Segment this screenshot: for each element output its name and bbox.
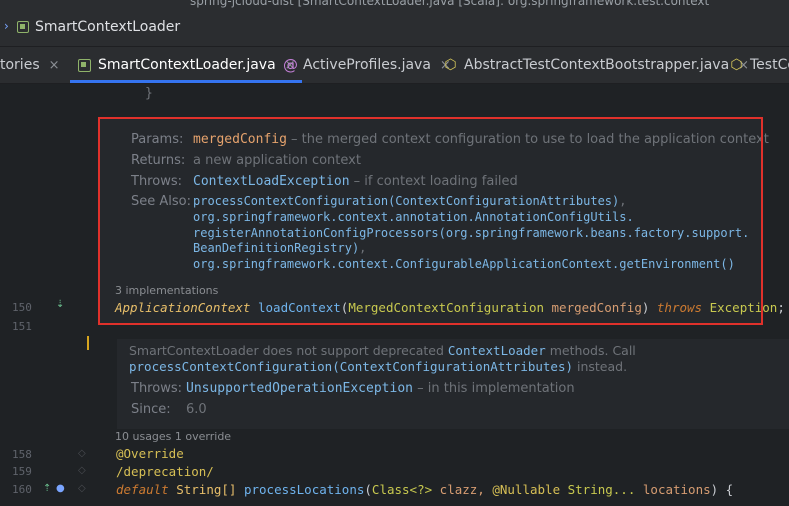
- change-marker: [87, 336, 89, 350]
- class-file-icon: ⬡: [730, 56, 743, 73]
- closing-brace: }: [145, 86, 153, 101]
- interface-file-icon: [17, 21, 29, 33]
- tab-label: SmartContextLoader.java: [98, 57, 276, 73]
- line-number: 158: [12, 448, 32, 461]
- param-type: String...: [567, 482, 636, 497]
- nullable-annotation: @Nullable: [492, 482, 561, 497]
- override-annotation: @Override: [116, 446, 184, 461]
- javadoc-block-deprecated: SmartContextLoader does not support depr…: [117, 339, 789, 429]
- code-editor[interactable]: 150 151 158 159 160 ⇣ ⇡ ● ◇ ◇ ◇ } Params…: [0, 84, 789, 506]
- highlight-box: [98, 117, 763, 325]
- line-gutter: 150 151 158 159 160 ⇣ ⇡ ● ◇ ◇ ◇: [0, 84, 86, 506]
- tab-testco[interactable]: ⬡ TestCo: [730, 47, 789, 83]
- usages-count[interactable]: 10 usages 1 override: [115, 430, 231, 443]
- breadcrumb-label[interactable]: SmartContextLoader: [35, 19, 180, 35]
- tab-abstracttestcontextbootstrapper[interactable]: ⬡ AbstractTestContextBootstrapper.java ×: [444, 47, 749, 83]
- tab-label: TestCo: [750, 57, 789, 73]
- override-gutter-icon[interactable]: ⇡: [43, 483, 51, 494]
- breadcrumb: › SmartContextLoader: [0, 10, 789, 47]
- throws-description: – in this implementation: [412, 381, 575, 396]
- window-titlebar: spring-jcloud-dist [SmartContextLoader.j…: [0, 0, 789, 10]
- line-number: 160: [12, 483, 32, 496]
- param-variable: locations: [642, 482, 711, 497]
- doc-link[interactable]: processContextConfiguration(ContextConfi…: [129, 359, 573, 374]
- line-number: 150: [12, 301, 32, 314]
- line-number: 159: [12, 465, 32, 478]
- implemented-gutter-icon[interactable]: ●: [56, 483, 65, 494]
- implementations-gutter-icon[interactable]: ⇣: [56, 299, 64, 310]
- tab-repositories[interactable]: tories ×: [0, 47, 60, 83]
- default-keyword: default: [116, 482, 169, 497]
- window-title: spring-jcloud-dist [SmartContextLoader.j…: [190, 0, 710, 8]
- fold-marker-icon[interactable]: ◇: [78, 483, 86, 494]
- method-name[interactable]: processLocations: [244, 482, 364, 497]
- tab-activeprofiles[interactable]: @ ActiveProfiles.java ×: [283, 47, 451, 83]
- deprecation-annotation: /deprecation/: [116, 464, 214, 479]
- since-label: Since:: [131, 402, 171, 417]
- annotation-file-icon: @: [283, 55, 298, 74]
- fold-marker-icon[interactable]: ◇: [78, 465, 86, 476]
- return-type: String[]: [176, 482, 237, 497]
- close-icon[interactable]: ×: [49, 58, 60, 73]
- abstract-class-file-icon: ⬡: [444, 56, 457, 73]
- fold-marker-icon[interactable]: ◇: [78, 448, 86, 459]
- doc-text: methods. Call: [545, 343, 636, 358]
- doc-text: instead.: [573, 359, 628, 374]
- param-variable: clazz,: [439, 482, 485, 497]
- editor-tab-bar: tories × SmartContextLoader.java × @ Act…: [0, 47, 789, 84]
- doc-link[interactable]: ContextLoader: [448, 343, 546, 358]
- param-type: Class<?>: [371, 482, 433, 497]
- line-number: 151: [12, 320, 32, 333]
- tab-label: AbstractTestContextBootstrapper.java: [464, 57, 730, 73]
- throws-exception-link[interactable]: UnsupportedOperationException: [186, 381, 413, 396]
- interface-file-icon: [78, 58, 91, 72]
- tab-label: tories: [0, 57, 40, 73]
- since-value: 6.0: [186, 402, 207, 417]
- chevron-right-icon[interactable]: ›: [4, 19, 9, 33]
- tab-smartcontextloader[interactable]: SmartContextLoader.java ×: [70, 47, 302, 83]
- throws-label: Throws:: [131, 381, 182, 396]
- tab-label: ActiveProfiles.java: [303, 57, 431, 73]
- doc-text: SmartContextLoader does not support depr…: [129, 343, 448, 358]
